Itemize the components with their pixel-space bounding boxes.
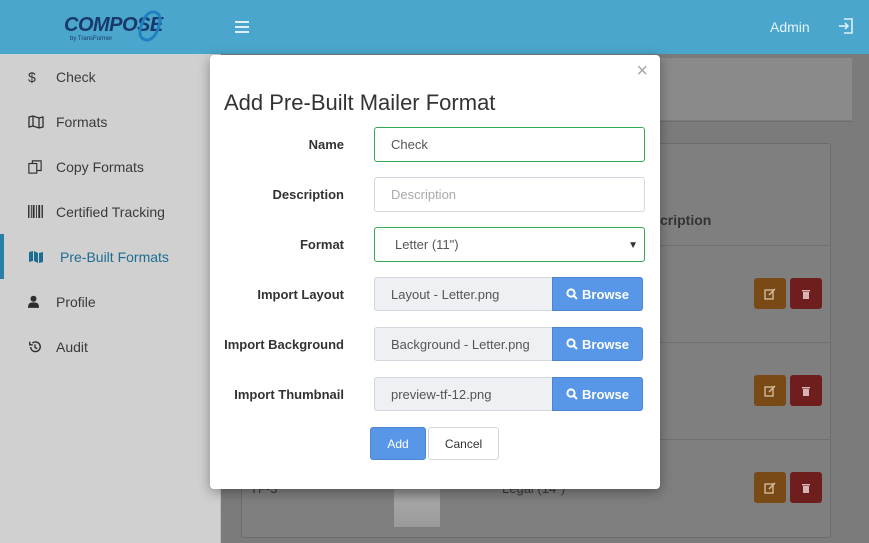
logout-icon[interactable] xyxy=(838,17,854,35)
import-layout-label: Import Layout xyxy=(257,287,344,302)
search-icon xyxy=(566,338,578,350)
edit-icon xyxy=(764,288,776,300)
import-background-label: Import Background xyxy=(224,337,344,352)
copy-icon xyxy=(0,159,56,174)
browse-label: Browse xyxy=(582,286,629,302)
import-background-filename[interactable]: Background - Letter.png xyxy=(374,327,552,361)
menu-toggle-icon[interactable] xyxy=(235,18,249,34)
format-thumbnail xyxy=(394,487,440,527)
add-format-modal: × Add Pre-Built Mailer Format Name Descr… xyxy=(210,55,660,489)
edit-button[interactable] xyxy=(754,472,786,503)
delete-button[interactable] xyxy=(790,278,822,309)
browse-background-button[interactable]: Browse xyxy=(552,327,643,361)
name-input[interactable] xyxy=(374,127,645,162)
sidebar-item-label: Audit xyxy=(56,338,88,355)
dollar-icon: $ xyxy=(28,68,36,85)
search-icon xyxy=(566,388,578,400)
trash-icon xyxy=(802,386,810,396)
sidebar-item-label: Pre-Built Formats xyxy=(60,248,169,265)
edit-icon xyxy=(764,482,776,494)
sidebar-item-label: Formats xyxy=(56,113,108,130)
sidebar-item-check[interactable]: $ Check xyxy=(0,54,221,99)
import-layout-group: Layout - Letter.png Browse xyxy=(374,277,643,311)
sidebar-item-certified-tracking[interactable]: Certified Tracking xyxy=(0,189,221,234)
trash-icon xyxy=(802,289,810,299)
sidebar: $ Check Formats Copy Formats Certified T… xyxy=(0,54,221,543)
sidebar-item-pre-built-formats[interactable]: Pre-Built Formats xyxy=(0,234,221,279)
compose-logo[interactable]: COMPOSE by TransFormer xyxy=(62,7,165,46)
caret-down-icon: ▼ xyxy=(628,240,638,251)
close-icon[interactable]: × xyxy=(636,60,648,83)
map-icon xyxy=(0,114,56,129)
sidebar-item-label: Copy Formats xyxy=(56,158,144,175)
edit-icon xyxy=(764,385,776,397)
trash-icon xyxy=(802,483,810,493)
add-button[interactable]: Add xyxy=(370,427,426,460)
logo-tagline: by TransFormer xyxy=(70,36,113,42)
delete-button[interactable] xyxy=(790,472,822,503)
import-thumbnail-label: Import Thumbnail xyxy=(234,387,344,402)
browse-label: Browse xyxy=(582,386,629,402)
edit-button[interactable] xyxy=(754,278,786,309)
modal-title: Add Pre-Built Mailer Format xyxy=(224,90,496,115)
name-label: Name xyxy=(308,137,344,152)
map-icon xyxy=(4,250,60,264)
description-input[interactable] xyxy=(374,177,645,212)
import-thumbnail-filename[interactable]: preview-tf-12.png xyxy=(374,377,552,411)
cancel-button[interactable]: Cancel xyxy=(428,427,499,460)
sidebar-item-label: Profile xyxy=(56,293,96,310)
sidebar-item-formats[interactable]: Formats xyxy=(0,99,221,144)
page-header-panel xyxy=(640,58,852,120)
delete-button[interactable] xyxy=(790,375,822,406)
divider xyxy=(640,121,852,122)
description-label: Description xyxy=(272,187,344,202)
format-selected-value: Letter (11") xyxy=(395,237,459,252)
import-background-group: Background - Letter.png Browse xyxy=(374,327,643,361)
browse-label: Browse xyxy=(582,336,629,352)
format-select[interactable]: Letter (11") ▼ xyxy=(374,227,645,262)
format-label: Format xyxy=(299,237,344,252)
user-name[interactable]: Admin xyxy=(770,19,810,35)
barcode-icon xyxy=(0,205,56,218)
history-icon xyxy=(0,340,56,354)
import-layout-filename[interactable]: Layout - Letter.png xyxy=(374,277,552,311)
sidebar-item-label: Certified Tracking xyxy=(56,203,165,220)
sidebar-item-copy-formats[interactable]: Copy Formats xyxy=(0,144,221,189)
browse-thumbnail-button[interactable]: Browse xyxy=(552,377,643,411)
table-header-description: cription xyxy=(660,212,712,228)
top-navbar: COMPOSE by TransFormer Admin xyxy=(0,0,869,54)
edit-button[interactable] xyxy=(754,375,786,406)
sidebar-item-label: Check xyxy=(56,68,96,85)
sidebar-item-audit[interactable]: Audit xyxy=(0,324,221,369)
user-icon xyxy=(0,295,56,308)
import-thumbnail-group: preview-tf-12.png Browse xyxy=(374,377,643,411)
search-icon xyxy=(566,288,578,300)
browse-layout-button[interactable]: Browse xyxy=(552,277,643,311)
sidebar-item-profile[interactable]: Profile xyxy=(0,279,221,324)
